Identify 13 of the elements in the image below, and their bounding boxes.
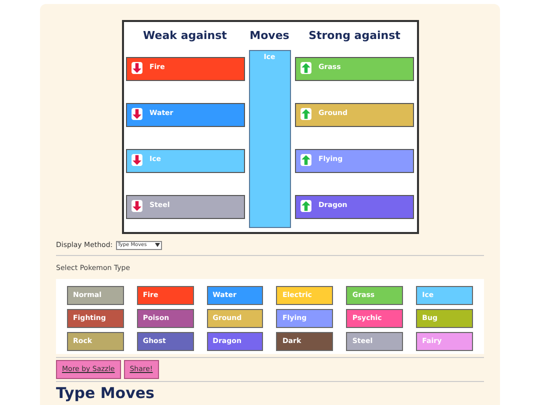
column-heading: Weak against	[142, 28, 228, 44]
up-arrow-icon	[300, 154, 312, 166]
down-arrow-icon	[130, 200, 142, 212]
column-heading: Moves	[248, 28, 290, 44]
down-arrow-icon	[130, 108, 142, 120]
column-heading: Strong against	[308, 28, 402, 44]
up-arrow-icon	[300, 200, 312, 212]
down-arrow-icon	[130, 62, 142, 74]
caret-icon	[154, 243, 160, 248]
up-arrow-icon	[300, 62, 312, 74]
down-arrow-icon	[130, 154, 142, 166]
up-arrow-icon	[300, 108, 312, 120]
section-heading: Type Moves	[56, 385, 156, 402]
